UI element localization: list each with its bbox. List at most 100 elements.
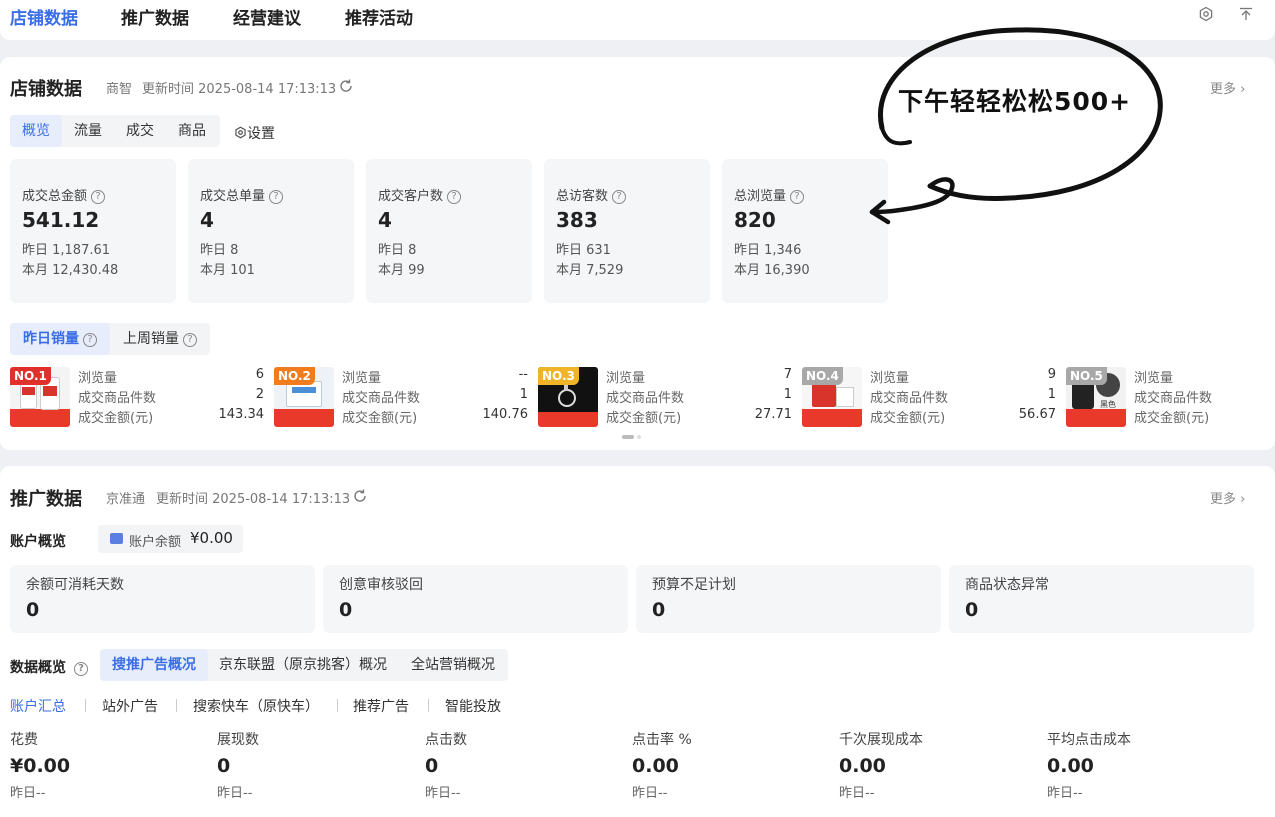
metric-value: 4 [200, 208, 214, 232]
help-icon[interactable]: ? [183, 333, 197, 347]
stat-value: ¥0.00 [10, 755, 71, 777]
help-icon[interactable]: ? [83, 333, 97, 347]
filter-account-summary[interactable]: 账户汇总 [10, 696, 66, 716]
filter-offsite-ads[interactable]: 站外广告 [102, 696, 158, 716]
help-icon[interactable]: ? [74, 662, 88, 676]
stat-yesterday: 昨日-- [839, 786, 875, 801]
stat-impressions: 展现数 0 昨日-- [217, 729, 417, 801]
store-more-link[interactable]: 更多 › [1210, 78, 1245, 97]
views-value: -- [518, 367, 528, 382]
help-icon[interactable]: ? [269, 190, 284, 204]
balance-label: 账户余额 [129, 535, 182, 550]
tab-recommended-activities[interactable]: 推荐活动 [345, 4, 413, 29]
views-row: 浏览量 -- [342, 367, 528, 386]
tab-business-advice[interactable]: 经营建议 [233, 4, 301, 29]
rank-badge: NO.2 [274, 367, 315, 385]
stat-cpm: 千次展现成本 0.00 昨日-- [839, 729, 1039, 801]
tab-traffic[interactable]: 流量 [62, 115, 114, 147]
stat-creative-rejected[interactable]: 创意审核驳回 0 [323, 565, 628, 633]
amount-label: 成交金额(元) [870, 411, 946, 426]
metric-total-orders[interactable]: 成交总单量? 4 昨日 8 本月 101 [188, 159, 354, 303]
stat-product-abnormal[interactable]: 商品状态异常 0 [949, 565, 1254, 633]
metric-value: 4 [378, 208, 392, 232]
pin-top-icon[interactable] [1238, 6, 1254, 22]
settings-icon[interactable] [1198, 6, 1214, 22]
tab-yesterday-sales[interactable]: 昨日销量? [10, 323, 110, 355]
metric-total-amount[interactable]: 成交总金额? 541.12 昨日 1,187.61 本月 12,430.48 [10, 159, 176, 303]
product-rank-3[interactable]: NO.3 浏览量 7 成交商品件数 1 成交金额(元) 27.71 [538, 367, 792, 427]
help-icon[interactable]: ? [612, 190, 627, 204]
items-label: 成交商品件数 [1134, 391, 1213, 406]
promo-more-link[interactable]: 更多 › [1210, 488, 1245, 507]
tab-store-data[interactable]: 店铺数据 [10, 4, 78, 29]
stat-label: 展现数 [217, 732, 259, 748]
stat-label: 千次展现成本 [839, 732, 923, 748]
items-row: 成交商品件数 1 [342, 387, 528, 406]
filter-divider [428, 699, 429, 712]
stat-label: 点击率 % [632, 732, 692, 748]
stat-yesterday: 昨日-- [632, 786, 668, 801]
amount-label: 成交金额(元) [606, 411, 682, 426]
product-rank-5[interactable]: 黑色 NO.5 浏览量 成交商品件数 成交金额(元) [1066, 367, 1275, 427]
promo-update-time: 更新时间 2025-08-14 17:13:13 [156, 492, 351, 507]
help-icon[interactable]: ? [91, 190, 106, 204]
tab-jd-union[interactable]: 京东联盟（原京挑客）概况 [208, 649, 398, 681]
metric-month: 本月 99 [378, 263, 425, 278]
items-row: 成交商品件数 [1134, 387, 1275, 406]
amount-value: 27.71 [754, 407, 792, 422]
carousel-dot-active[interactable] [622, 435, 634, 439]
metric-month: 本月 16,390 [734, 263, 810, 278]
product-rank-1[interactable]: NO.1 浏览量 6 成交商品件数 2 成交金额(元) 143.34 [10, 367, 264, 427]
items-label: 成交商品件数 [78, 391, 157, 406]
balance-value: ¥0.00 [190, 529, 233, 547]
stat-budget-insufficient[interactable]: 预算不足计划 0 [636, 565, 941, 633]
items-value: 2 [255, 387, 264, 402]
metric-label: 成交总金额? [22, 185, 106, 204]
amount-row: 成交金额(元) 143.34 [78, 407, 264, 426]
promo-subtabs: 搜推广告概况 京东联盟（原京挑客）概况 全站营销概况 [100, 649, 508, 681]
amount-value: 140.76 [482, 407, 529, 422]
views-label: 浏览量 [870, 371, 910, 386]
box-label: 商品状态异常 [965, 577, 1049, 593]
product-rank-4[interactable]: NO.4 浏览量 9 成交商品件数 1 成交金额(元) 56.67 [802, 367, 1056, 427]
tab-label: 上周销量 [123, 331, 179, 347]
amount-row: 成交金额(元) 140.76 [342, 407, 528, 426]
filter-search-express[interactable]: 搜索快车（原快车） [193, 696, 319, 716]
tab-last-week-sales[interactable]: 上周销量? [110, 323, 210, 355]
tab-transactions[interactable]: 成交 [114, 115, 166, 147]
metric-yesterday: 昨日 8 [378, 243, 417, 258]
tab-full-site-marketing[interactable]: 全站营销概况 [398, 649, 508, 681]
stat-label: 点击数 [425, 732, 467, 748]
filter-smart-delivery[interactable]: 智能投放 [445, 696, 501, 716]
filter-recommended-ads[interactable]: 推荐广告 [353, 696, 409, 716]
store-section-title: 店铺数据 [10, 79, 82, 100]
amount-label: 成交金额(元) [1134, 411, 1210, 426]
promo-section-title: 推广数据 [10, 489, 82, 510]
help-icon[interactable]: ? [447, 190, 462, 204]
tab-promo-data[interactable]: 推广数据 [121, 4, 189, 29]
tab-search-ads[interactable]: 搜推广告概况 [100, 649, 208, 681]
settings-label: 设置 [247, 126, 275, 142]
carousel-dot[interactable] [637, 435, 641, 439]
product-rank-2[interactable]: NO.2 浏览量 -- 成交商品件数 1 成交金额(元) 140.76 [274, 367, 528, 427]
views-value: 9 [1047, 367, 1056, 382]
stat-spend: 花费 ¥0.00 昨日-- [10, 729, 210, 801]
stat-balance-days[interactable]: 余额可消耗天数 0 [10, 565, 315, 633]
refresh-icon[interactable] [352, 488, 368, 504]
chevron-right-icon: › [1236, 492, 1246, 507]
stat-label: 花费 [10, 732, 38, 748]
filter-divider [85, 699, 86, 712]
metric-customers[interactable]: 成交客户数? 4 昨日 8 本月 99 [366, 159, 532, 303]
data-overview-text: 数据概览 [10, 660, 66, 676]
wallet-icon [110, 533, 123, 544]
box-value: 0 [965, 599, 979, 621]
metric-visitors[interactable]: 总访客数? 383 昨日 631 本月 7,529 [544, 159, 710, 303]
settings-button[interactable]: 设置 [234, 123, 275, 143]
tab-products[interactable]: 商品 [166, 115, 218, 147]
refresh-icon[interactable] [338, 78, 354, 94]
annotation-text: 下午轻轻松松500+ [898, 87, 1132, 116]
help-icon[interactable]: ? [790, 190, 805, 204]
tab-overview[interactable]: 概览 [10, 115, 62, 147]
stat-yesterday: 昨日-- [10, 786, 46, 801]
stat-value: 0.00 [1047, 755, 1094, 777]
